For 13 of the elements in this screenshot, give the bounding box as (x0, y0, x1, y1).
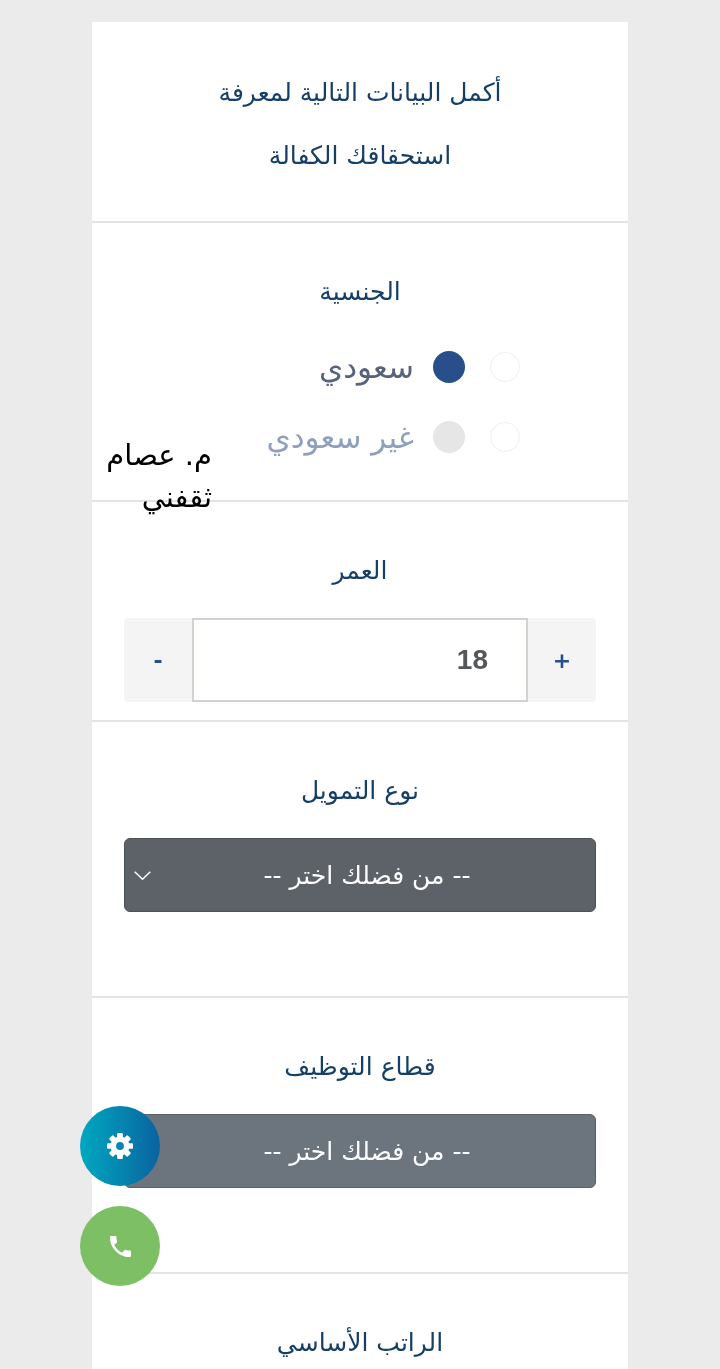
field-label: العمر (332, 555, 388, 587)
field-label: نوع التمويل (300, 775, 420, 807)
chevron-down-icon (134, 870, 151, 880)
option-label[interactable]: سعودي (319, 347, 414, 387)
author-caption: م. عصام ثقفني (105, 437, 212, 517)
field-label: الراتب الأساسي (276, 1327, 444, 1359)
number-input[interactable]: 18 (192, 618, 528, 702)
phone-icon (109, 1235, 131, 1257)
select-dropdown[interactable]: -- من فضلك اختر -- (124, 838, 596, 912)
field-label: قطاع التوظيف (284, 1051, 436, 1083)
field-label: الجنسية (319, 276, 401, 308)
gear-icon (107, 1133, 133, 1159)
intro-text: أكمل البيانات التالية لمعرفة استحقاقك الكفالة (217, 75, 503, 172)
